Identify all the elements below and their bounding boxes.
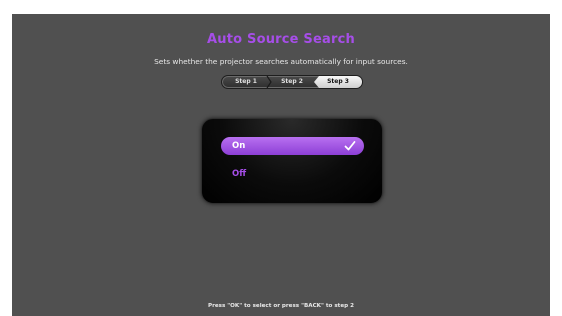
option-off[interactable]: Off [221, 165, 364, 183]
option-on[interactable]: On [221, 137, 364, 155]
options-panel: On Off [201, 118, 383, 204]
projector-setup-screen: Auto Source Search Sets whether the proj… [12, 14, 550, 316]
option-off-label: Off [232, 169, 247, 179]
step-2-label: Step 2 [281, 78, 303, 85]
checkmark-icon [344, 140, 356, 152]
page-title: Auto Source Search [207, 32, 355, 47]
step-3-label-active: Step 3 [314, 76, 362, 88]
step-progress-indicator: Step 1 Step 2 Step 3 [221, 75, 363, 89]
option-on-label: On [232, 141, 246, 151]
step-separator-icon [266, 76, 272, 88]
page-description: Sets whether the projector searches auto… [154, 57, 408, 66]
footer-hint: Press "OK" to select or press "BACK" to … [208, 303, 354, 309]
step-1-label: Step 1 [235, 78, 257, 85]
